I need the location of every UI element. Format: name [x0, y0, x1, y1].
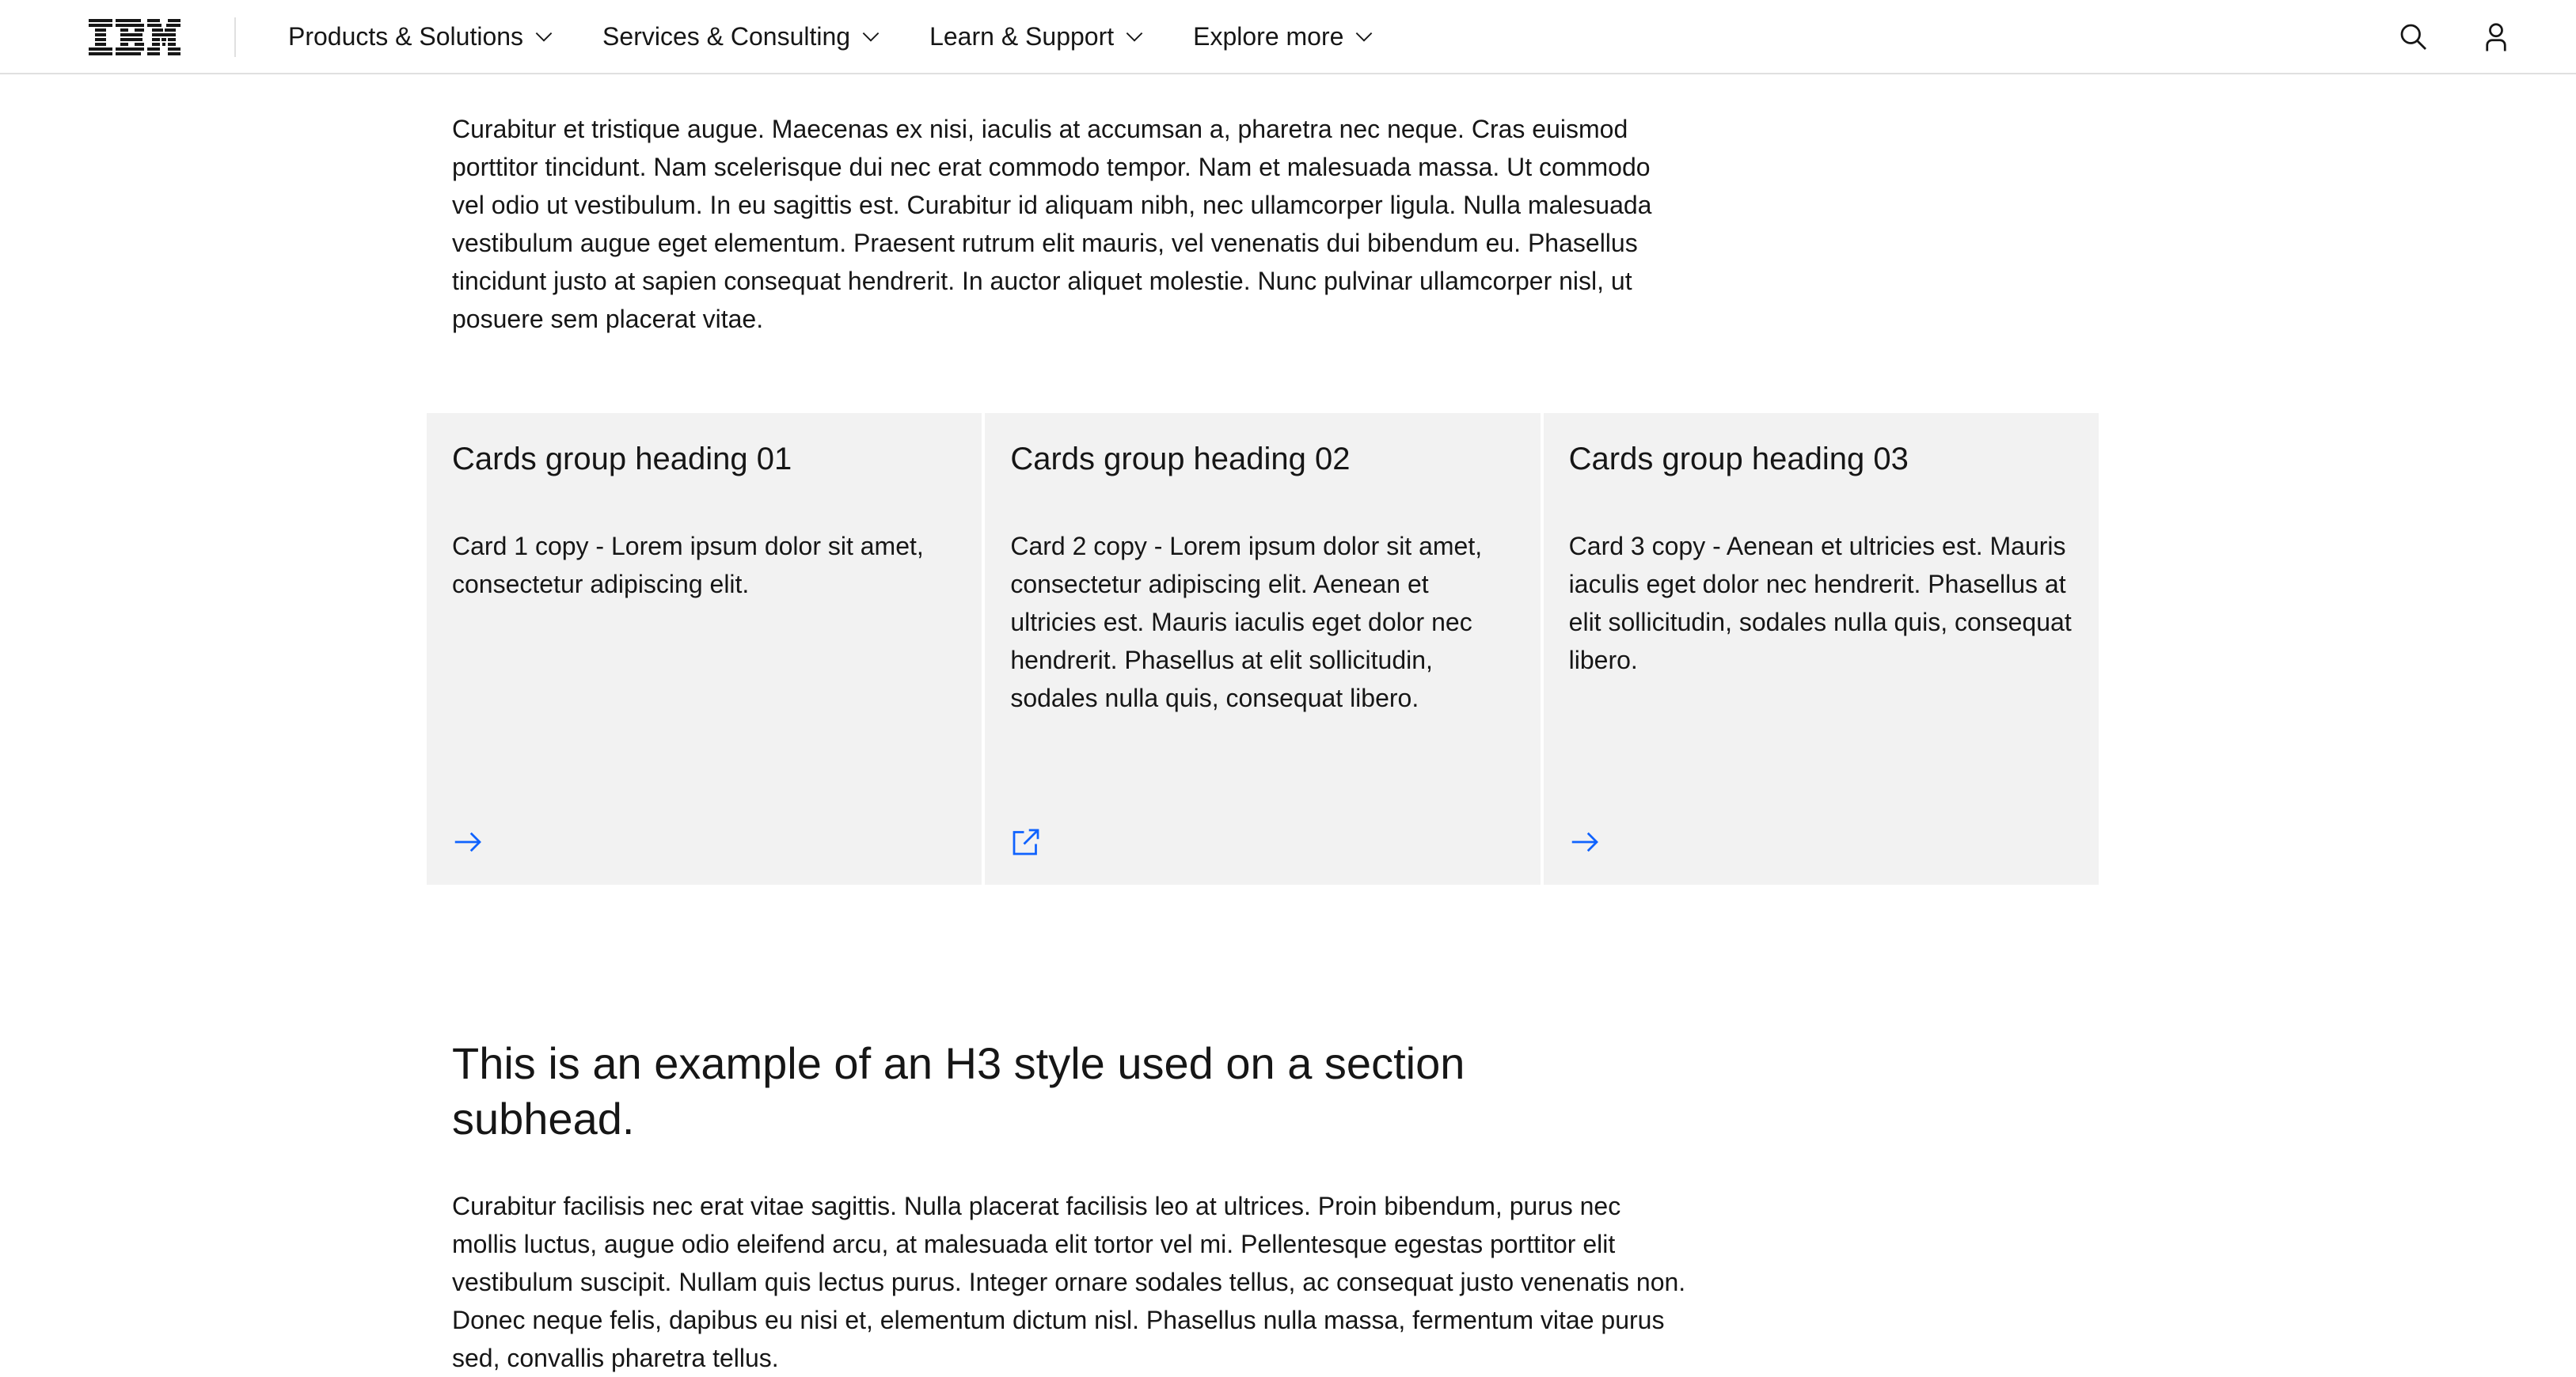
card-01[interactable]: Cards group heading 01 Card 1 copy - Lor… — [427, 413, 982, 885]
card-copy: Card 3 copy - Aenean et ultricies est. M… — [1568, 532, 2072, 674]
body-paragraph: Curabitur et tristique augue. Maecenas e… — [452, 115, 1652, 333]
arrow-right-icon[interactable] — [1569, 826, 1601, 858]
arrow-right-icon[interactable] — [452, 826, 484, 858]
chevron-down-icon — [1126, 32, 1143, 42]
card-heading: Cards group heading 02 — [1010, 442, 1351, 476]
main-nav: Products & Solutions Services & Consulti… — [264, 0, 1399, 73]
user-icon — [2486, 23, 2506, 51]
section-subhead: This is an example of an H3 style used o… — [452, 1038, 1465, 1144]
body-paragraph: Curabitur facilisis nec erat vitae sagit… — [452, 1192, 1686, 1372]
card-03[interactable]: Cards group heading 03 Card 3 copy - Aen… — [1543, 413, 2099, 885]
nav-item-label: Explore more — [1193, 21, 1344, 51]
masthead-divider — [234, 17, 236, 57]
chevron-down-icon — [535, 32, 553, 42]
nav-item-services-consulting[interactable]: Services & Consulting — [579, 0, 906, 73]
masthead: Products & Solutions Services & Consulti… — [0, 0, 2576, 74]
nav-item-products-solutions[interactable]: Products & Solutions — [264, 0, 579, 73]
card-copy: Card 2 copy - Lorem ipsum dolor sit amet… — [1010, 532, 1483, 712]
card-copy: Card 1 copy - Lorem ipsum dolor sit amet… — [452, 532, 924, 598]
search-icon — [2400, 24, 2426, 50]
card-heading: Cards group heading 01 — [452, 442, 792, 476]
ibm-logo-icon — [89, 19, 180, 55]
card-heading: Cards group heading 03 — [1568, 442, 1909, 476]
nav-item-learn-support[interactable]: Learn & Support — [906, 0, 1169, 73]
cards-group: Cards group heading 01 Card 1 copy - Lor… — [427, 413, 2099, 885]
chevron-down-icon — [862, 32, 880, 42]
chevron-down-icon — [1356, 32, 1373, 42]
nav-item-explore-more[interactable]: Explore more — [1169, 0, 1399, 73]
nav-item-label: Products & Solutions — [288, 21, 524, 51]
external-link-icon[interactable] — [1010, 826, 1042, 858]
ibm-logo[interactable] — [89, 19, 180, 55]
user-profile-button[interactable] — [2476, 17, 2516, 57]
nav-item-label: Services & Consulting — [602, 21, 851, 51]
card-02[interactable]: Cards group heading 02 Card 2 copy - Lor… — [985, 413, 1541, 885]
search-button[interactable] — [2394, 17, 2434, 57]
nav-item-label: Learn & Support — [929, 21, 1115, 51]
